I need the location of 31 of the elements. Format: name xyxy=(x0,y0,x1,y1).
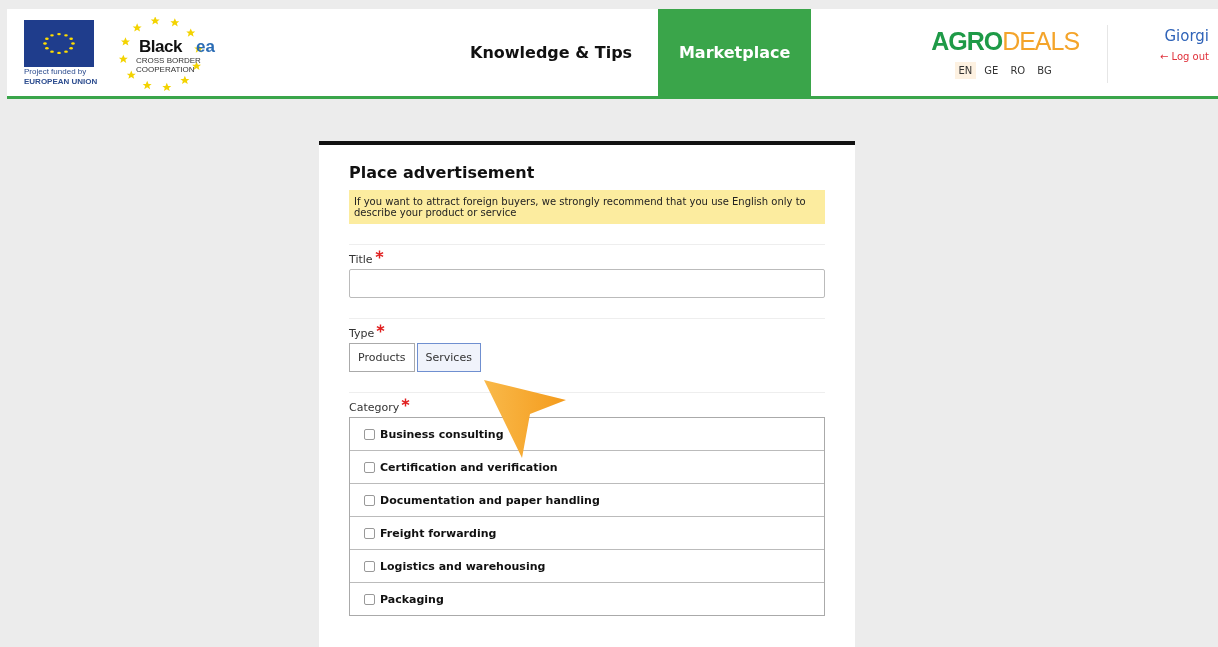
category-label[interactable]: Logistics and warehousing xyxy=(380,559,546,573)
language-link[interactable]: GE xyxy=(980,62,1003,79)
notice-message: If you want to attract foreign buyers, we strongly recommend that you use English only to describe your product or service xyxy=(349,190,825,224)
language-link[interactable]: BG xyxy=(1033,62,1056,79)
category-label[interactable]: Business consulting xyxy=(380,427,504,441)
category-label[interactable]: Documentation and paper handling xyxy=(380,493,600,507)
title-input-field[interactable] xyxy=(349,269,825,298)
cross-border-cooperation-logo: Black ea CROSS BORDER COOPERATION xyxy=(124,17,224,87)
field-label: Type xyxy=(349,327,375,340)
checkbox[interactable] xyxy=(364,560,375,572)
nav-tab[interactable]: Knowledge & Tips xyxy=(444,9,659,96)
agrodeals-logo[interactable]: AGRODEALS xyxy=(931,27,1080,56)
checkbox[interactable] xyxy=(364,461,375,473)
eu-logo: Project funded by EUROPEAN UNION xyxy=(24,20,96,87)
type-option-button[interactable]: Products xyxy=(349,343,415,372)
checkbox[interactable] xyxy=(364,428,375,440)
language-link[interactable]: RO xyxy=(1006,62,1030,79)
category-label[interactable]: Certification and verification xyxy=(380,460,558,474)
checkbox[interactable] xyxy=(364,494,375,506)
eu-flag-icon xyxy=(24,20,94,67)
field-label: Title xyxy=(349,253,373,266)
checkbox[interactable] xyxy=(364,527,375,539)
language-link[interactable]: EN xyxy=(954,62,977,79)
checkbox[interactable] xyxy=(364,593,375,605)
logout-link[interactable]: ← Log out xyxy=(1160,51,1209,62)
form-title: Place advertisement xyxy=(349,163,536,182)
category-label[interactable]: Freight forwarding xyxy=(380,526,497,540)
field-label: Category xyxy=(349,401,400,414)
user-name-link[interactable]: Giorgi xyxy=(1164,27,1209,45)
type-option-button[interactable]: Services xyxy=(416,343,481,372)
category-label[interactable]: Packaging xyxy=(380,592,444,606)
